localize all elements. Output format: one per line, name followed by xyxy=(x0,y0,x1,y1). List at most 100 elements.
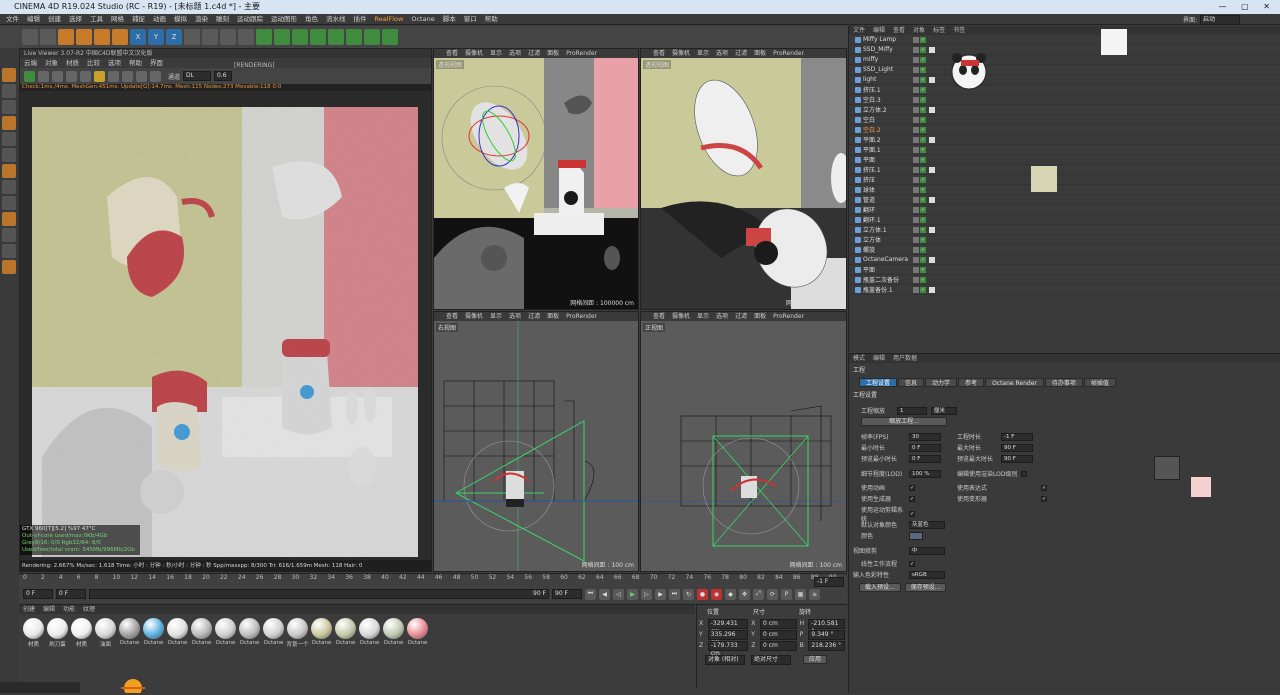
object-name[interactable]: 螺旋 xyxy=(863,245,911,254)
rotate-icon[interactable] xyxy=(112,29,128,45)
use-generator-checkbox[interactable]: ✓ xyxy=(909,495,915,502)
viewport-menu-item[interactable]: 摄像机 xyxy=(465,49,483,58)
rotation-field[interactable]: -210.581 ° xyxy=(808,618,845,635)
color-picker-thumbnail[interactable] xyxy=(1154,456,1180,480)
viewport-menu-item[interactable]: ProRender xyxy=(773,312,804,321)
stop-icon[interactable] xyxy=(66,70,77,82)
object-name[interactable]: 瓶盖二次备份 xyxy=(863,275,911,284)
loop-icon[interactable]: ↻ xyxy=(683,588,694,600)
render-toggle[interactable]: ✓ xyxy=(920,176,926,183)
timeline[interactable]: 0 2 4 6 8 10 12 14 16 18 20 22 24 26 28 30 32 34 36 38 40 42 4… xyxy=(19,573,847,603)
attribute-tab[interactable]: Octane Render xyxy=(985,378,1044,387)
viewport-menu-item[interactable]: 过滤 xyxy=(528,312,540,321)
live-viewer-menu-item[interactable]: 比较 xyxy=(87,58,100,68)
go-start-icon[interactable]: ⏮ xyxy=(585,588,596,600)
live-viewer-menu-item[interactable]: 选项 xyxy=(108,58,121,68)
size-field[interactable]: 0 cm xyxy=(759,618,797,629)
apply-button[interactable]: 应用 xyxy=(803,655,828,664)
object-row[interactable]: 平面 ✓ xyxy=(849,155,1280,165)
object-name[interactable]: 平面 xyxy=(863,265,911,274)
viewport-menu-item[interactable]: 过滤 xyxy=(528,49,540,58)
subdivision-icon[interactable] xyxy=(292,29,308,45)
timeline-icon[interactable]: ≡ xyxy=(809,588,820,600)
material-item[interactable]: 背景一个 xyxy=(287,618,309,648)
polygons-mode-icon[interactable] xyxy=(2,148,16,162)
object-row[interactable]: 瓶盖二次备份 ✓ xyxy=(849,275,1280,285)
object-row[interactable]: 立方体.1 ✓ xyxy=(849,225,1280,235)
load-preset-button[interactable]: 载入预设... xyxy=(859,583,901,592)
render-toggle[interactable]: ✓ xyxy=(920,106,926,113)
object-name[interactable]: OctaneCamera xyxy=(863,256,911,263)
lod-field[interactable]: 100 % xyxy=(909,469,941,478)
color-swatch[interactable] xyxy=(909,531,923,540)
render-toggle[interactable]: ✓ xyxy=(920,226,926,233)
render-view-icon[interactable] xyxy=(202,29,218,45)
object-row[interactable]: 翻环.1 ✓ xyxy=(849,215,1280,225)
object-name[interactable]: 球体 xyxy=(863,185,911,194)
render-toggle[interactable]: ✓ xyxy=(920,86,926,93)
visibility-toggle[interactable] xyxy=(913,36,919,43)
min-time-field[interactable]: 0 F xyxy=(909,443,941,452)
menu-item[interactable]: 编辑 xyxy=(27,14,40,24)
object-menu-item[interactable]: 对象 xyxy=(913,26,925,35)
viewport-menu-item[interactable]: 选项 xyxy=(716,49,728,58)
object-row[interactable]: 瓶盖备份.1 ✓ xyxy=(849,285,1280,295)
visibility-toggle[interactable] xyxy=(913,216,919,223)
viewport-menu-item[interactable]: ProRender xyxy=(566,312,597,321)
object-row[interactable]: 挤压.1 ✓ xyxy=(849,85,1280,95)
render-toggle[interactable]: ✓ xyxy=(920,206,926,213)
light-icon[interactable] xyxy=(382,29,398,45)
current-frame-field[interactable]: 0 F xyxy=(56,589,86,599)
object-row[interactable]: 翻环 ✓ xyxy=(849,205,1280,215)
object-row[interactable]: miffy ✓ xyxy=(849,55,1280,65)
render-toggle[interactable]: ✓ xyxy=(920,196,926,203)
save-preset-button[interactable]: 保存预设... xyxy=(904,583,947,592)
rotation-field[interactable]: 9.349 ° xyxy=(808,629,845,640)
render-image[interactable] xyxy=(32,107,418,557)
render-settings-icon[interactable] xyxy=(238,29,254,45)
menu-item[interactable]: 动画 xyxy=(153,14,166,24)
viewport-perspective-1[interactable]: 查看 摄像机 显示 选项 过滤 面板 ProRender 透视视图 网格间距 : 10000… xyxy=(433,48,639,310)
start-render-icon[interactable] xyxy=(24,70,35,82)
visibility-toggle[interactable] xyxy=(913,276,919,283)
menu-item[interactable]: 运动跟踪 xyxy=(237,14,263,24)
live-select-icon[interactable] xyxy=(2,260,16,274)
size-field[interactable]: 0 cm xyxy=(759,629,797,640)
object-name[interactable]: 立方体 xyxy=(863,235,911,244)
viewport-menu-item[interactable]: 显示 xyxy=(697,312,709,321)
visibility-toggle[interactable] xyxy=(913,96,919,103)
render-toggle[interactable]: ✓ xyxy=(920,66,926,73)
object-menu-item[interactable]: 书签 xyxy=(953,26,965,35)
redo-icon[interactable] xyxy=(40,29,56,45)
render-toggle[interactable]: ✓ xyxy=(920,266,926,273)
focus-icon[interactable] xyxy=(136,70,147,82)
object-row[interactable]: SSD_Light ✓ xyxy=(849,65,1280,75)
object-name[interactable]: 空白.2 xyxy=(863,125,911,134)
visibility-toggle[interactable] xyxy=(913,236,919,243)
render-toggle[interactable]: ✓ xyxy=(920,76,926,83)
object-menu-item[interactable]: 查看 xyxy=(893,26,905,35)
workplane-icon[interactable] xyxy=(2,212,16,226)
x-axis-icon[interactable]: X xyxy=(130,29,146,45)
material-menu-item[interactable]: 功能 xyxy=(63,605,75,614)
viewport-menu-item[interactable]: ProRender xyxy=(773,49,804,58)
material-tag-icon[interactable] xyxy=(929,166,935,173)
object-name[interactable]: light xyxy=(863,76,911,83)
material-item[interactable]: Octane xyxy=(215,618,236,648)
linear-workflow-checkbox[interactable]: ✓ xyxy=(909,560,915,567)
object-name[interactable]: miffy xyxy=(863,56,911,63)
viewport-menu-item[interactable]: 面板 xyxy=(547,49,559,58)
render-toggle[interactable]: ✓ xyxy=(920,236,926,243)
material-item[interactable]: 油面 xyxy=(95,618,116,648)
use-mograph-checkbox[interactable]: ✓ xyxy=(909,511,915,517)
object-row[interactable]: Miffy Lamp ✓ xyxy=(849,35,1280,45)
prev-key-icon[interactable]: ◀ xyxy=(599,588,610,600)
render-toggle[interactable]: ✓ xyxy=(920,56,926,63)
position-field[interactable]: -329.431 cm xyxy=(707,618,749,635)
material-preview[interactable] xyxy=(383,618,404,639)
menu-item[interactable]: 渲染 xyxy=(195,14,208,24)
object-row[interactable]: 球体 ✓ xyxy=(849,185,1280,195)
visibility-toggle[interactable] xyxy=(913,206,919,213)
object-row[interactable]: 螺旋 ✓ xyxy=(849,245,1280,255)
y-axis-icon[interactable]: Y xyxy=(148,29,164,45)
